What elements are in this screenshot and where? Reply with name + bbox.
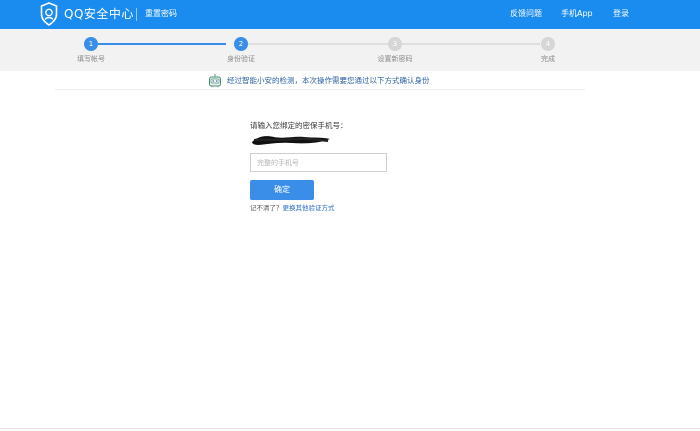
forgot-text: 记不清了？ bbox=[250, 204, 283, 212]
redacted-phone-scribble bbox=[252, 136, 330, 145]
step-connector-3 bbox=[402, 43, 540, 45]
top-header: QQ安全中心 重置密码 反馈问题 手机App 登录 bbox=[0, 0, 700, 29]
step-connector-2 bbox=[248, 43, 388, 45]
confirm-button[interactable]: 确定 bbox=[250, 180, 314, 200]
step-4-circle: 4 bbox=[541, 37, 555, 51]
bottom-divider bbox=[0, 428, 700, 429]
step-2-label: 身份验证 bbox=[227, 55, 255, 63]
nav-feedback-link[interactable]: 反馈问题 bbox=[510, 8, 542, 20]
step-4-label: 完成 bbox=[541, 55, 555, 63]
forgot-row: 记不清了？更换其他验证方式 bbox=[250, 204, 335, 213]
step-3-circle: 3 bbox=[388, 37, 402, 51]
section-divider bbox=[55, 89, 585, 90]
verification-notice: 经过智能小安的检测，本次操作需要您通过以下方式确认身份 bbox=[227, 76, 430, 85]
step-3-label: 设置新密码 bbox=[377, 55, 413, 63]
step-1-circle: 1 bbox=[84, 37, 98, 51]
nav-login-link[interactable]: 登录 bbox=[613, 8, 629, 20]
phone-number-input[interactable] bbox=[250, 153, 387, 172]
shield-logo-icon[interactable] bbox=[40, 2, 58, 26]
step-2-circle: 2 bbox=[234, 37, 248, 51]
progress-steps: 1 2 3 4 填写帐号 身份验证 设置新密码 完成 bbox=[0, 29, 700, 71]
robot-icon bbox=[209, 74, 221, 88]
step-1-label: 填写帐号 bbox=[77, 55, 105, 63]
nav-mobile-app-link[interactable]: 手机App bbox=[561, 8, 593, 20]
change-verification-link[interactable]: 更换其他验证方式 bbox=[283, 204, 335, 212]
header-divider bbox=[136, 8, 137, 21]
phone-prompt-label: 请输入您绑定的密保手机号： bbox=[250, 121, 348, 130]
page-subtitle: 重置密码 bbox=[145, 9, 177, 18]
brand-title[interactable]: QQ安全中心 bbox=[64, 6, 134, 22]
step-connector-1 bbox=[98, 43, 226, 45]
